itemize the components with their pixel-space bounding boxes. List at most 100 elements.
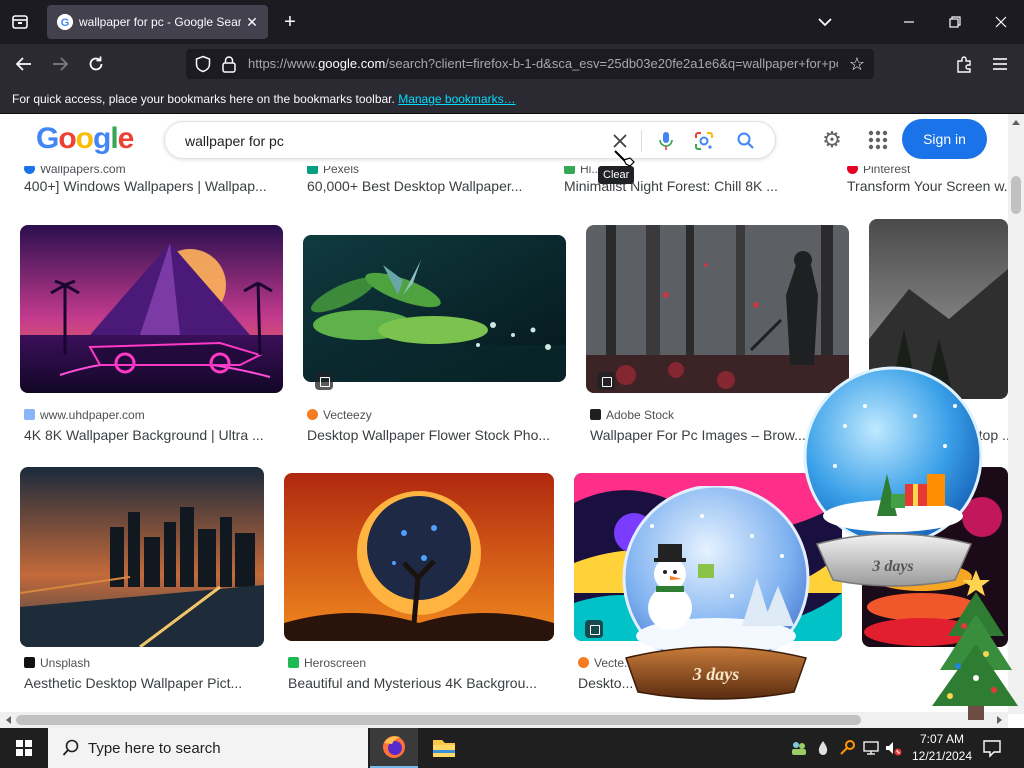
result-source-text: Heroscreen (304, 656, 367, 670)
result-source-text: Adobe Stock (606, 408, 675, 422)
search-magnifier-icon[interactable] (735, 130, 757, 152)
bookmarks-hint-text: For quick access, place your bookmarks h… (12, 92, 395, 106)
horizontal-scroll-thumb[interactable] (16, 715, 861, 725)
url-text[interactable]: https://www.google.com/search?client=fir… (248, 56, 838, 72)
result-title[interactable]: Wallpaper For Pc Images – Brow... (590, 427, 820, 443)
taskbar-search-box[interactable]: Type here to search (48, 728, 368, 768)
windows-taskbar: Type here to search 7:07 AM 12/21/2024 (0, 728, 1024, 768)
result-source[interactable]: Vecteezy (307, 408, 372, 422)
google-logo-letter: o (75, 122, 94, 155)
result-image-synthwave-car[interactable] (20, 225, 283, 393)
microphone-icon[interactable] (655, 129, 677, 153)
tracking-shield-icon[interactable] (194, 55, 212, 73)
water-drop-tray-icon[interactable] (814, 739, 832, 757)
google-lens-icon[interactable] (693, 130, 715, 152)
christmas-tree-icon[interactable] (928, 566, 1020, 722)
close-window-icon[interactable] (987, 8, 1015, 36)
bookmarks-hint: For quick access, place your bookmarks h… (12, 92, 516, 106)
result-source[interactable]: www.uhdpaper.com (24, 408, 145, 422)
result-title[interactable]: 60,000+ Best Desktop Wallpaper... (307, 178, 577, 194)
restore-icon[interactable] (941, 8, 969, 36)
result-source-text: www.uhdpaper.com (40, 408, 145, 422)
search-divider (641, 130, 642, 152)
search-icon (62, 739, 80, 757)
tab-title: wallpaper for pc - Google Search (79, 15, 241, 29)
result-title[interactable]: Beautiful and Mysterious 4K Backgrou... (288, 675, 554, 691)
minimize-icon[interactable] (895, 8, 923, 36)
list-all-tabs-icon[interactable] (813, 11, 837, 33)
network-icon[interactable] (862, 739, 880, 757)
search-input[interactable]: wallpaper for pc (185, 133, 284, 149)
back-arrow-icon[interactable] (11, 52, 37, 76)
bookmark-star-icon[interactable]: ☆ (846, 53, 868, 75)
file-explorer-icon[interactable] (420, 728, 468, 768)
unsplash-favicon-icon (24, 657, 35, 668)
desktop-screen: G wallpaper for pc - Google Search ✕ + h… (0, 0, 1024, 768)
lock-icon[interactable] (221, 55, 237, 73)
google-logo-letter: l (110, 122, 118, 155)
hand-cursor-icon (612, 148, 638, 174)
url-prefix: https://www. (248, 56, 319, 71)
firefox-view-icon[interactable] (8, 10, 32, 34)
browser-titlebar: G wallpaper for pc - Google Search ✕ + (0, 0, 1024, 44)
extensions-icon[interactable] (952, 52, 976, 76)
vecteezy-favicon-icon (307, 409, 318, 420)
hamburger-menu-icon[interactable] (988, 52, 1012, 76)
volume-muted-icon[interactable] (884, 739, 902, 757)
google-apps-grid-icon[interactable] (866, 128, 890, 152)
people-tray-icon[interactable] (790, 739, 808, 757)
new-tab-button[interactable]: + (279, 11, 301, 33)
result-image-butterfly-leaves[interactable] (303, 235, 566, 382)
uhdpaper-favicon-icon (24, 409, 35, 420)
taskbar-search-placeholder: Type here to search (88, 740, 221, 757)
snow-globe-gifts[interactable]: 3 days (795, 366, 995, 590)
result-title[interactable]: Transform Your Screen w... (847, 178, 1008, 194)
url-domain: google.com (318, 56, 386, 71)
search-box[interactable]: wallpaper for pc (164, 121, 776, 159)
notification-center-icon[interactable] (982, 738, 1002, 758)
vecteezy-favicon-icon (578, 657, 589, 668)
forward-arrow-icon[interactable] (47, 52, 73, 76)
image-badge-icon (597, 372, 615, 390)
svg-text:G: G (61, 17, 70, 29)
google-header: Google wallpaper for pc ⚙ Sign in (0, 114, 1008, 166)
bookmarks-toolbar: For quick access, place your bookmarks h… (0, 84, 1024, 114)
tab-close-icon[interactable]: ✕ (243, 12, 261, 32)
address-bar[interactable]: https://www.google.com/search?client=fir… (186, 49, 874, 79)
google-favicon-icon: G (57, 14, 73, 30)
snow-globe-snowman[interactable]: 3 days (612, 484, 822, 700)
clock-time[interactable]: 7:07 AM (912, 732, 972, 746)
url-path: /search?client=firefox-b-1-d&sca_esv=25d… (385, 56, 838, 71)
heroscreen-favicon-icon (288, 657, 299, 668)
adobe-stock-favicon-icon (590, 409, 601, 420)
image-badge-icon (585, 620, 603, 638)
windows-start-icon[interactable] (0, 728, 48, 768)
result-source[interactable]: Unsplash (24, 656, 90, 670)
result-source[interactable]: Adobe Stock (590, 408, 674, 422)
result-source-text: Unsplash (40, 656, 91, 670)
result-title[interactable]: 400+] Windows Wallpapers | Wallpap... (24, 178, 294, 194)
result-title[interactable]: 4K 8K Wallpaper Background | Ultra ... (24, 427, 282, 443)
firefox-taskbar-icon[interactable] (370, 728, 418, 768)
globe-countdown-label: 3 days (692, 664, 740, 684)
manage-bookmarks-link[interactable]: Manage bookmarks… (398, 92, 515, 106)
image-badge-icon (315, 372, 333, 390)
result-source-text: Vecteezy (323, 408, 372, 422)
settings-gear-icon[interactable]: ⚙ (820, 128, 844, 152)
key-tray-icon[interactable] (838, 739, 856, 757)
globe-countdown-label: 3 days (871, 558, 913, 575)
result-title[interactable]: Desktop Wallpaper Flower Stock Pho... (307, 427, 565, 443)
google-logo-letter: e (117, 122, 135, 155)
result-image-city-sunset[interactable] (20, 467, 264, 647)
tab-active[interactable]: G wallpaper for pc - Google Search ✕ (47, 5, 268, 39)
google-logo[interactable]: Google (36, 122, 135, 158)
clock-date[interactable]: 12/21/2024 (908, 749, 976, 763)
result-title[interactable]: Aesthetic Desktop Wallpaper Pict... (24, 675, 264, 691)
sign-in-button[interactable]: Sign in (902, 119, 987, 159)
vertical-scroll-thumb[interactable] (1011, 176, 1021, 214)
result-source[interactable]: Heroscreen (288, 656, 366, 670)
result-image-tree-moon[interactable] (284, 473, 554, 641)
horizontal-scrollbar[interactable] (0, 712, 1008, 728)
browser-navbar: https://www.google.com/search?client=fir… (0, 44, 1024, 84)
reload-icon[interactable] (83, 52, 109, 76)
